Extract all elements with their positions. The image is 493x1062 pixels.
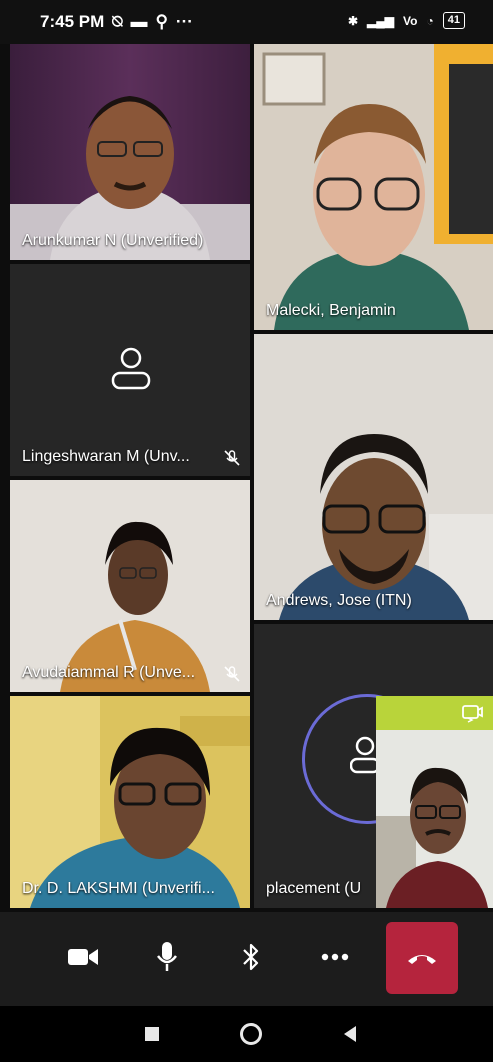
participant-name: Andrews, Jose (ITN) <box>266 592 412 609</box>
person-placeholder-icon <box>111 347 151 390</box>
participant-video <box>254 44 493 330</box>
call-controls <box>0 912 493 1006</box>
participant-name: Avudaiammal R (Unve... <box>22 664 196 681</box>
participant-video <box>10 696 250 908</box>
more-options-button[interactable] <box>310 932 360 982</box>
switch-camera-icon[interactable] <box>461 702 483 724</box>
muted-mic-icon <box>224 450 240 466</box>
status-bar: 7:45 PM ⍉ ▬ ⚲ ··· ✱ ▂▄▆ Vo ◔ 41 <box>0 0 493 44</box>
participant-video <box>10 480 250 692</box>
signal-icon: ▂▄▆ <box>367 13 395 28</box>
bluetooth-button[interactable] <box>226 932 276 982</box>
back-button[interactable] <box>344 1026 356 1042</box>
location-icon: ⚲ <box>155 12 168 31</box>
participant-tile[interactable]: Avudaiammal R (Unve... <box>10 480 250 692</box>
notification-icon: ▬ <box>130 12 148 31</box>
participant-video <box>254 334 493 620</box>
self-view[interactable] <box>376 696 493 908</box>
battery-indicator: 41 <box>442 12 465 29</box>
clock: 7:45 PM <box>40 12 105 31</box>
status-more: ··· <box>175 12 193 31</box>
microphone-icon <box>157 942 177 971</box>
participant-tile[interactable]: Lingeshwaran M (Unv... <box>10 264 250 476</box>
bluetooth-icon <box>243 943 259 971</box>
wifi-icon: ◔ <box>426 13 434 28</box>
navigation-bar <box>0 1006 493 1062</box>
recents-button[interactable] <box>145 1027 159 1041</box>
microphone-button[interactable] <box>142 932 192 982</box>
hang-up-icon <box>408 955 436 964</box>
participant-tile[interactable]: Andrews, Jose (ITN) <box>254 334 493 620</box>
participant-tile[interactable]: Malecki, Benjamin <box>254 44 493 330</box>
participant-name: Malecki, Benjamin <box>266 302 396 319</box>
camera-icon <box>68 949 98 965</box>
more-icon <box>321 953 349 961</box>
vowifi-icon: Vo <box>403 13 418 28</box>
participant-name: placement (U <box>266 880 362 897</box>
participant-name: Lingeshwaran M (Unv... <box>22 448 190 465</box>
camera-button[interactable] <box>58 932 108 982</box>
hang-up-button[interactable] <box>386 922 458 994</box>
muted-mic-icon <box>224 666 240 682</box>
participant-name: Arunkumar N (Unverified) <box>22 232 204 249</box>
participant-tile[interactable]: Dr. D. LAKSHMI (Unverifi... <box>10 696 250 908</box>
participant-name: Dr. D. LAKSHMI (Unverifi... <box>22 880 215 897</box>
home-button[interactable] <box>240 1023 262 1045</box>
participant-video <box>10 96 250 260</box>
alarm-off-icon: ⍉ <box>112 12 123 31</box>
bluetooth-status-icon: ✱ <box>348 13 359 28</box>
self-video <box>376 696 493 908</box>
participant-tile[interactable]: Arunkumar N (Unverified) <box>10 44 250 260</box>
